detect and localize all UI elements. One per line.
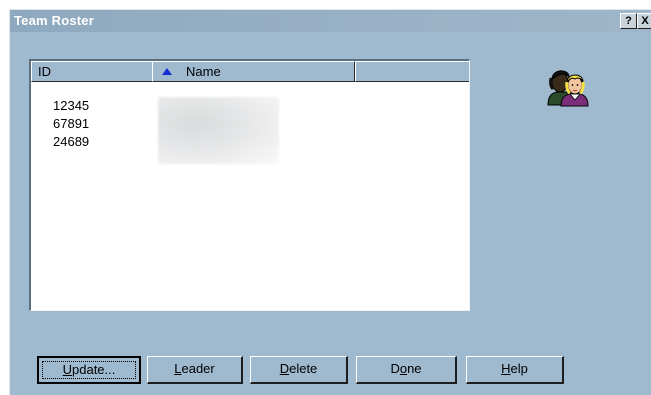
column-header-extra[interactable]: [355, 61, 469, 82]
update-button-label: Update...: [62, 362, 116, 377]
redacted-names: [158, 97, 279, 164]
help-button[interactable]: Help: [466, 356, 564, 384]
roster-list[interactable]: ID Name 12345 67891 24689: [29, 59, 470, 311]
leader-button-label: Leader: [174, 361, 215, 376]
row-id: 12345: [53, 98, 90, 113]
column-header-name[interactable]: Name: [152, 61, 355, 82]
update-button[interactable]: Update...: [37, 356, 141, 384]
list-header: ID Name: [31, 61, 469, 82]
row-id: 24689: [53, 134, 90, 149]
help-title-button[interactable]: ?: [620, 13, 637, 29]
done-button[interactable]: Done: [356, 356, 457, 384]
done-button-label: Done: [390, 361, 422, 376]
leader-button[interactable]: Leader: [147, 356, 243, 384]
help-button-label: Help: [501, 361, 528, 376]
sort-ascending-icon: [162, 68, 172, 75]
close-button[interactable]: X: [637, 13, 651, 29]
title-bar[interactable]: Team Roster ? X: [10, 10, 651, 32]
window-title: Team Roster: [14, 13, 94, 28]
column-header-id[interactable]: ID: [31, 61, 153, 82]
delete-button[interactable]: Delete: [250, 356, 348, 384]
delete-button-label: Delete: [279, 361, 318, 376]
row-id: 67891: [53, 116, 90, 131]
column-header-id-label: ID: [38, 64, 51, 79]
people-icon: [547, 70, 589, 107]
column-header-name-label: Name: [186, 64, 221, 79]
team-roster-dialog: Team Roster ? X ID Name 12345 67891 2468…: [9, 9, 651, 395]
